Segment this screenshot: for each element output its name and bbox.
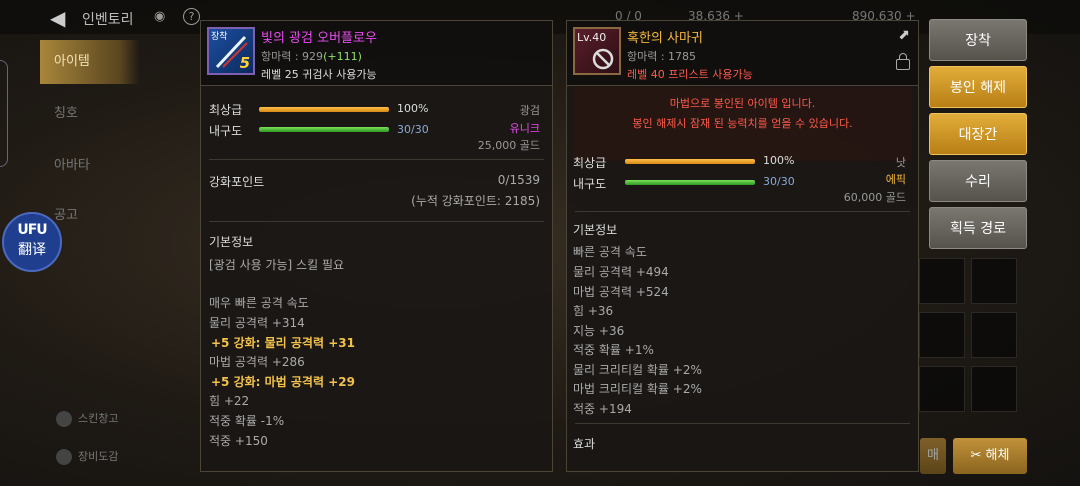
sidebar-item-avatar[interactable]: 아바타 — [40, 144, 140, 188]
sidebar-item-items[interactable]: 아이템 — [40, 40, 140, 84]
basic-info-title: 기본정보 — [209, 235, 254, 249]
item-type: 광검 — [519, 104, 540, 117]
grade-bar — [625, 159, 755, 164]
lock-icon[interactable] — [896, 53, 910, 70]
grade-bar — [259, 107, 389, 112]
translate-label: 翻译 — [18, 242, 46, 258]
inventory-slot[interactable] — [919, 312, 965, 358]
codex-icon — [56, 449, 72, 465]
inventory-slot[interactable] — [919, 258, 965, 304]
seal-message: 봉인 해제시 잠재 된 능력치를 얻을 수 있습니다. — [632, 117, 853, 130]
grade-percent: 100% — [763, 154, 795, 167]
repair-button[interactable]: 수리 — [929, 160, 1027, 202]
inventory-slot[interactable] — [919, 366, 965, 412]
basic-info-title: 기본정보 — [573, 223, 618, 237]
stat-line: 마법 공격력 +286 — [209, 355, 305, 369]
durability-label: 내구도 — [209, 124, 243, 138]
equip-button[interactable]: 장착 — [929, 19, 1027, 61]
stat-line: 적중 확률 -1% — [209, 414, 285, 428]
translate-widget[interactable]: UFU 翻译 — [2, 212, 62, 272]
item-name: 혹한의 사마귀 — [627, 31, 703, 46]
obtain-path-button[interactable]: 획득 경로 — [929, 207, 1027, 249]
item-rarity: 유니크 — [509, 122, 540, 135]
enhance-level: 5 — [239, 54, 250, 72]
durability-bar — [259, 127, 389, 132]
seal-message: 마법으로 봉인된 아이템 입니다. — [669, 97, 816, 110]
scythe-item-icon: Lv.40 — [573, 27, 621, 75]
item-price: 60,000 골드 — [843, 191, 906, 204]
grade-percent: 100% — [397, 102, 429, 115]
enhance-stat-line: +5 강화: 마법 공격력 +29 — [211, 375, 355, 389]
blacksmith-button[interactable]: 대장간 — [929, 113, 1027, 155]
stat-line: 적중 +150 — [209, 434, 268, 448]
stat-line: 빠른 공격 속도 — [573, 245, 647, 259]
item-requirement: 레벨 25 귀검사 사용가능 — [261, 68, 377, 81]
page-title: 인벤토리 — [82, 12, 134, 28]
item-name: 빛의 광검 오버플로우 — [261, 31, 377, 46]
enhance-point-value: 0/1539 — [497, 173, 540, 187]
skin-storage-link[interactable]: 스킨창고 — [56, 410, 118, 427]
side-drawer-handle[interactable] — [0, 60, 8, 167]
durability-label: 내구도 — [573, 177, 607, 191]
skin-storage-icon — [56, 411, 72, 427]
item-header: Lv.40 혹한의 사마귀 항마력 : 1785 레벨 40 프리스트 사용가능… — [567, 21, 918, 86]
equipment-codex-link[interactable]: 장비도감 — [56, 448, 118, 465]
divider — [575, 423, 910, 424]
eye-icon[interactable]: ◉ — [154, 9, 165, 24]
stat-line: 물리 공격력 +314 — [209, 316, 305, 330]
divider — [209, 221, 544, 222]
durability-bar — [625, 180, 755, 185]
divider — [209, 159, 544, 160]
inventory-slot[interactable] — [971, 366, 1017, 412]
item-power: 항마력 : 929(+111) — [261, 50, 362, 63]
stat-line: 물리 크리티컬 확률 +2% — [573, 363, 702, 377]
item-price: 25,000 골드 — [477, 139, 540, 152]
stat-line: 마법 공격력 +524 — [573, 285, 669, 299]
stat-line: 매우 빠른 공격 속도 — [209, 296, 309, 310]
item-header: 장착 5 빛의 광검 오버플로우 항마력 : 929(+111) 레벨 25 귀… — [201, 21, 552, 86]
stat-line: 지능 +36 — [573, 324, 625, 338]
info-icon[interactable]: ? — [183, 8, 200, 25]
sealed-icon — [592, 48, 614, 70]
sidebar-item-titles[interactable]: 칭호 — [40, 92, 140, 136]
enhance-stat-line: +5 강화: 물리 공격력 +31 — [211, 336, 355, 350]
stat-line: 적중 +194 — [573, 402, 632, 416]
selected-item-tooltip: Lv.40 혹한의 사마귀 항마력 : 1785 레벨 40 프리스트 사용가능… — [566, 20, 919, 472]
unseal-button[interactable]: 봉인 해제 — [929, 66, 1027, 108]
item-requirement: 레벨 40 프리스트 사용가능 — [627, 68, 753, 81]
durability-value: 30/30 — [763, 175, 795, 188]
item-rarity: 에픽 — [885, 173, 906, 186]
dismantle-button[interactable]: ✂ 해체 — [953, 438, 1027, 474]
item-type: 낫 — [895, 156, 906, 169]
stat-line: 마법 크리티컬 확률 +2% — [573, 382, 702, 396]
effect-title: 효과 — [573, 437, 596, 451]
divider — [575, 211, 910, 212]
equipped-item-tooltip: 장착 5 빛의 광검 오버플로우 항마력 : 929(+111) 레벨 25 귀… — [200, 20, 553, 472]
stat-line: 적중 확률 +1% — [573, 343, 654, 357]
grade-label: 최상급 — [209, 103, 243, 117]
edit-icon[interactable]: ⬈ — [898, 27, 910, 43]
durability-value: 30/30 — [397, 123, 429, 136]
item-power: 항마력 : 1785 — [627, 50, 697, 63]
stat-line: 힘 +36 — [573, 304, 614, 318]
enhance-point-label: 강화포인트 — [209, 175, 265, 189]
lightsaber-item-icon: 장착 5 — [207, 27, 255, 75]
enhance-point-total: (누적 강화포인트: 2185) — [411, 194, 540, 208]
grade-label: 최상급 — [573, 156, 607, 170]
skill-requirement: [광검 사용 가능] 스킬 필요 — [209, 258, 345, 272]
stat-line: 힘 +22 — [209, 394, 250, 408]
back-arrow-icon[interactable]: ◀ — [50, 6, 65, 30]
sell-button[interactable]: 매 — [920, 438, 946, 474]
inventory-slot[interactable] — [971, 258, 1017, 304]
translate-logo-icon: UFU — [17, 222, 47, 238]
stat-line: 물리 공격력 +494 — [573, 265, 669, 279]
dismantle-icon: ✂ — [970, 448, 986, 463]
inventory-slot[interactable] — [971, 312, 1017, 358]
